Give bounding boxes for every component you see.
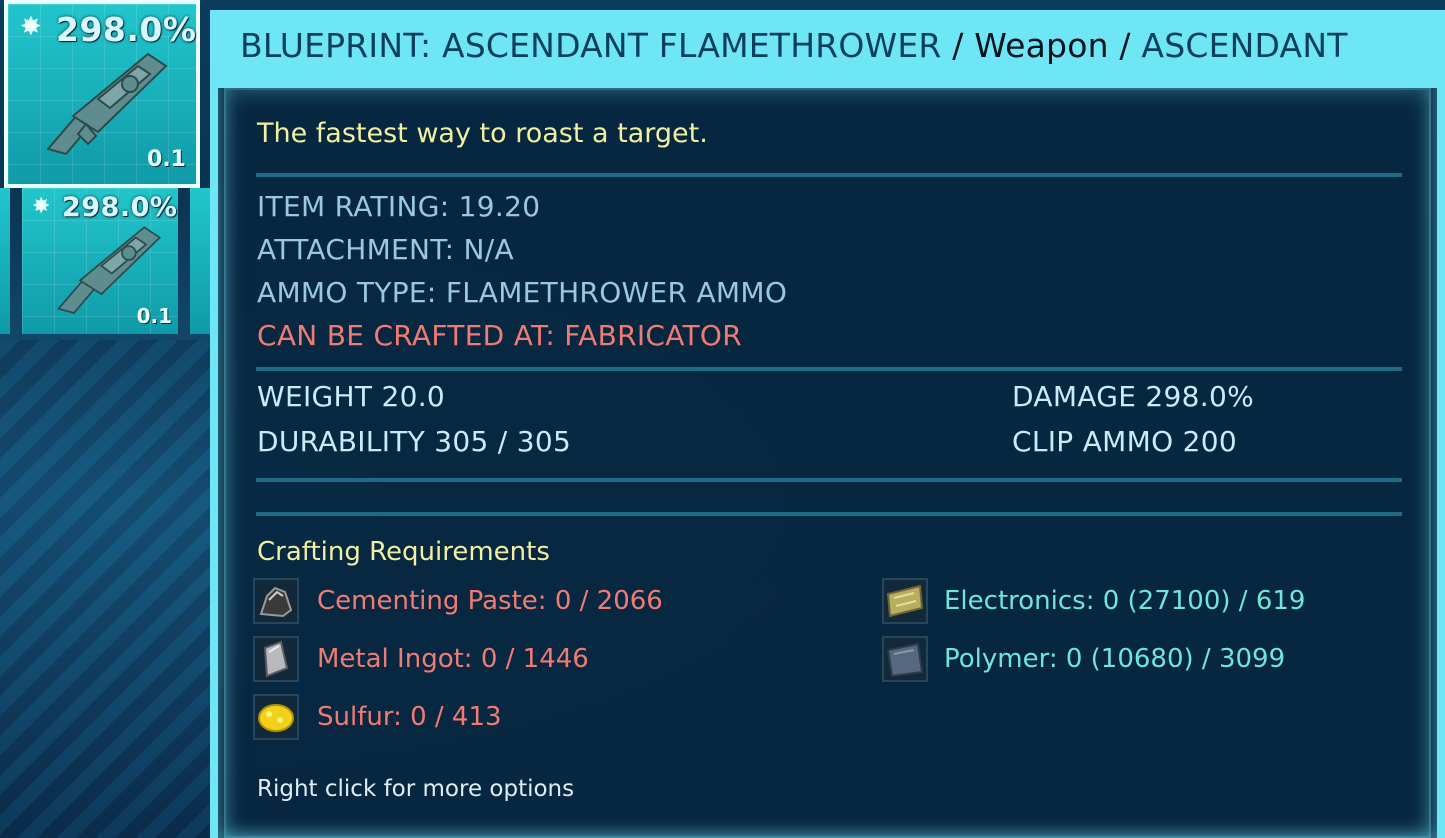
stat-clip-ammo: CLIP AMMO 200: [1012, 425, 1237, 458]
item-type: Weapon: [974, 26, 1109, 65]
title-separator: /: [1108, 26, 1142, 65]
sulfur-icon: [253, 694, 299, 740]
stat-weight: WEIGHT 20.0: [257, 380, 446, 413]
slot-weight: 0.1: [136, 304, 172, 328]
inventory-slot[interactable]: ✸ 298.0% 0.1: [22, 188, 178, 334]
stat-durability: DURABILITY 305 / 305: [257, 425, 572, 458]
divider: [256, 512, 1402, 516]
crafting-requirements-title: Crafting Requirements: [257, 537, 550, 567]
context-hint: Right click for more options: [257, 776, 575, 802]
metal-ingot-icon: [253, 636, 299, 682]
tooltip-header: BLUEPRINT: ASCENDANT FLAMETHROWER / Weap…: [218, 10, 1437, 88]
blueprint-star-icon: ✸: [32, 194, 51, 219]
requirement-polymer: Polymer: 0 (10680) / 3099: [944, 644, 1286, 674]
stat-damage: DAMAGE 298.0%: [1012, 380, 1254, 413]
item-quality: ASCENDANT: [1141, 26, 1348, 65]
ammo-type: AMMO TYPE: FLAMETHROWER AMMO: [257, 276, 788, 309]
item-rating: ITEM RATING: 19.20: [257, 190, 541, 223]
inventory-slot-selected[interactable]: ✸ 298.0% 0.1: [4, 0, 200, 188]
blueprint-star-icon: ✸: [20, 12, 42, 42]
item-tooltip: BLUEPRINT: ASCENDANT FLAMETHROWER / Weap…: [210, 10, 1445, 838]
item-description: The fastest way to roast a target.: [257, 118, 708, 149]
inventory-slot-partial[interactable]: [0, 188, 10, 334]
background-structure: [0, 340, 210, 838]
item-name: BLUEPRINT: ASCENDANT FLAMETHROWER: [240, 26, 942, 65]
divider: [256, 367, 1402, 371]
flamethrower-icon: [57, 226, 162, 314]
cementing-paste-icon: [253, 578, 299, 624]
title-separator: /: [941, 26, 975, 65]
flamethrower-icon: [46, 52, 168, 156]
requirement-metal-ingot: Metal Ingot: 0 / 1446: [317, 644, 589, 674]
attachment: ATTACHMENT: N/A: [257, 233, 514, 266]
divider: [256, 478, 1402, 482]
requirement-electronics: Electronics: 0 (27100) / 619: [944, 586, 1306, 616]
electronics-icon: [882, 578, 928, 624]
divider: [256, 173, 1402, 177]
slot-weight: 0.1: [147, 147, 186, 172]
polymer-icon: [882, 636, 928, 682]
crafted-at: CAN BE CRAFTED AT: FABRICATOR: [257, 319, 743, 352]
tooltip-title: BLUEPRINT: ASCENDANT FLAMETHROWER / Weap…: [240, 26, 1348, 65]
requirement-sulfur: Sulfur: 0 / 413: [317, 702, 502, 732]
requirement-cementing-paste: Cementing Paste: 0 / 2066: [317, 586, 663, 616]
